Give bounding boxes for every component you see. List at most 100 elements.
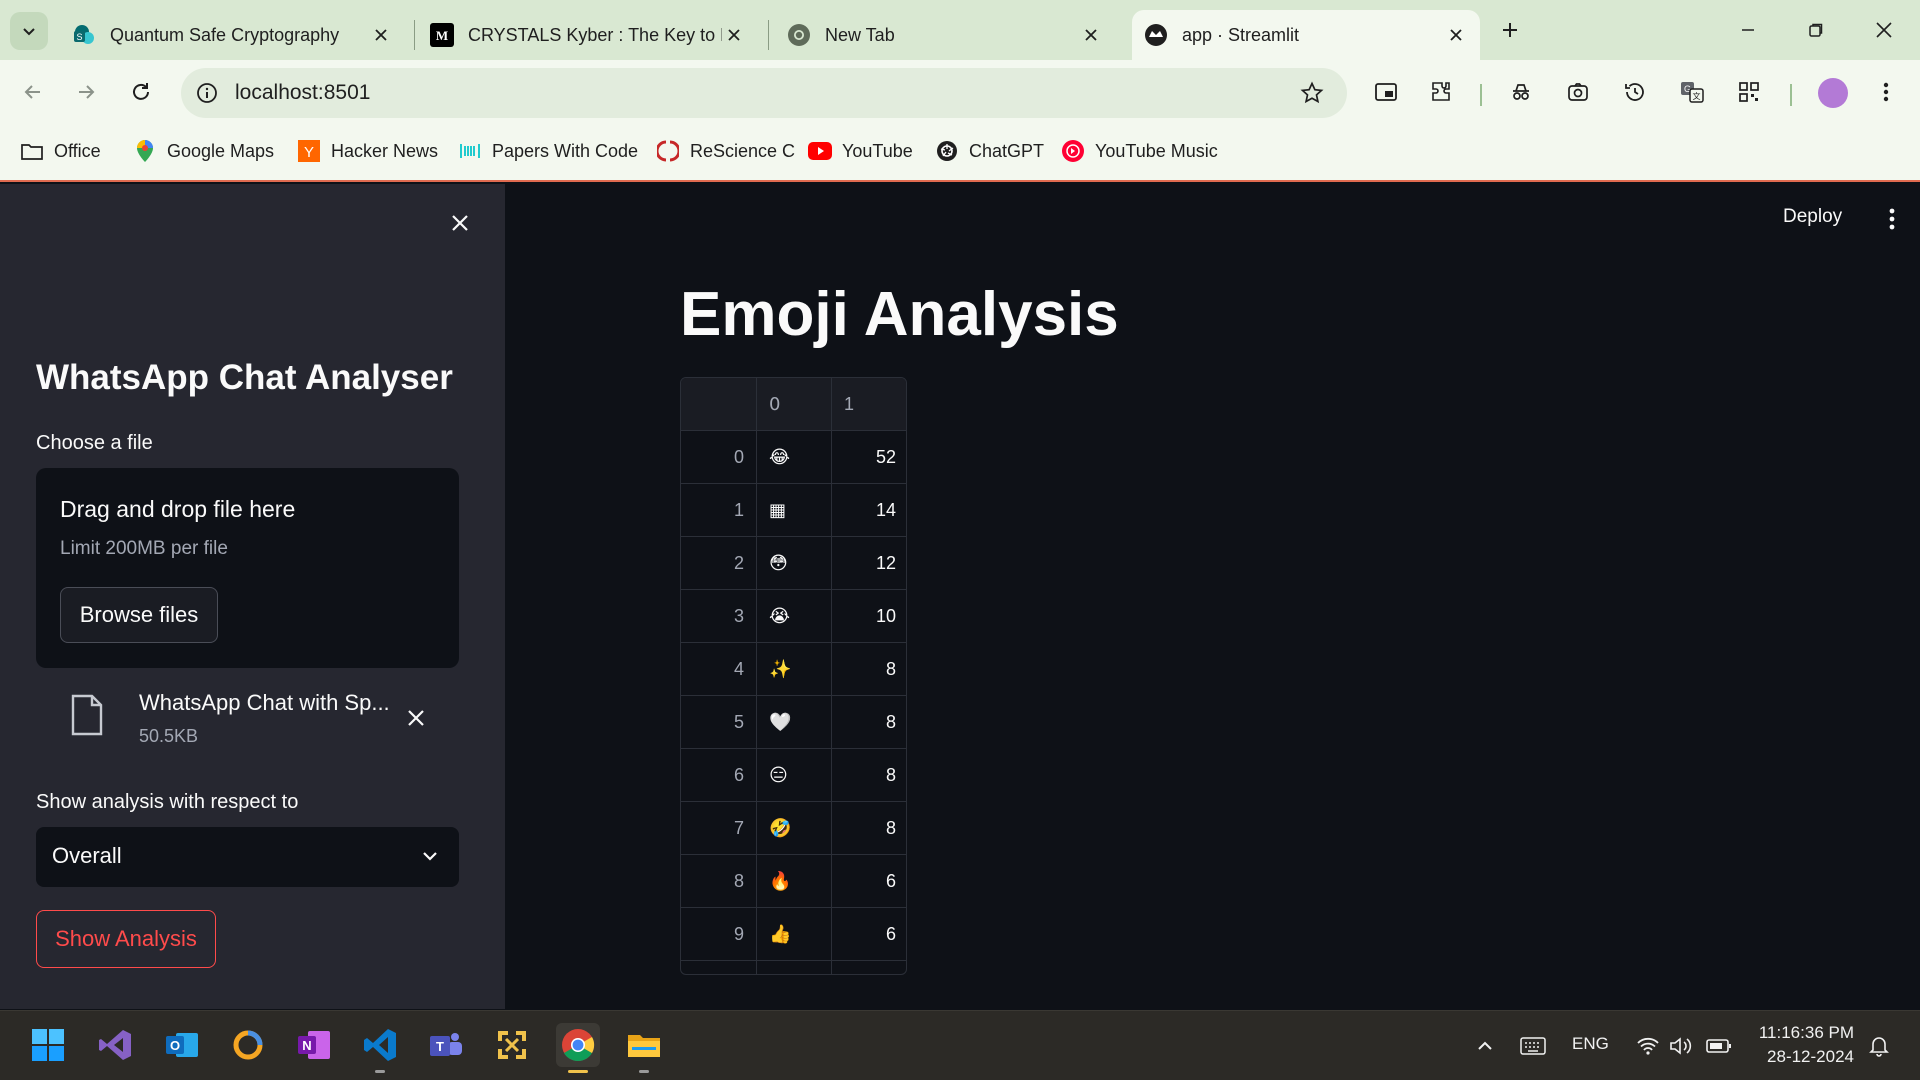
clock-date: 28-12-2024 <box>1767 1047 1854 1066</box>
keyboard-icon[interactable] <box>1520 1033 1546 1059</box>
system-clock[interactable]: 11:16:36 PM 28-12-2024 <box>1756 1021 1854 1069</box>
remove-file-button[interactable] <box>402 704 430 732</box>
bookmark-youtube-music[interactable]: YouTube Music <box>1061 136 1218 166</box>
history-icon[interactable] <box>1619 76 1651 108</box>
battery-icon[interactable] <box>1706 1033 1732 1059</box>
count-cell[interactable]: 6 <box>832 855 906 907</box>
network-tool-icon[interactable] <box>490 1023 534 1067</box>
incognito-extension-icon[interactable] <box>1505 76 1537 108</box>
count-cell[interactable]: 52 <box>832 431 906 483</box>
language-indicator[interactable]: ENG <box>1572 1034 1609 1054</box>
forward-button[interactable] <box>68 74 104 110</box>
profile-avatar[interactable] <box>1818 78 1848 108</box>
emoji-cell[interactable]: 😂 <box>757 431 832 483</box>
qr-code-icon[interactable] <box>1733 76 1765 108</box>
teams-icon[interactable]: T <box>424 1023 468 1067</box>
close-icon[interactable] <box>1444 23 1468 47</box>
browser-tab-3[interactable]: New Tab <box>775 10 1115 60</box>
show-analysis-button[interactable]: Show Analysis <box>36 910 216 968</box>
browser-tab-2[interactable]: M CRYSTALS Kyber : The Key to Po <box>418 10 758 60</box>
file-explorer-icon[interactable] <box>622 1023 666 1073</box>
hacker-news-badge: Y <box>304 144 314 161</box>
emoji-cell[interactable]: 🤍 <box>757 696 832 748</box>
count-cell[interactable]: 6 <box>832 908 906 960</box>
address-bar[interactable]: localhost:8501 <box>181 68 1347 118</box>
close-icon[interactable] <box>722 23 746 47</box>
browser-tab-1[interactable]: S Quantum Safe Cryptography <box>60 10 405 60</box>
emoji-dataframe[interactable]: 0 1 0 😂 52 1 ▦ 14 2 😳 12 3 😭 10 4 ✨ 8 5 … <box>680 377 907 975</box>
windows-start-icon[interactable] <box>26 1023 70 1067</box>
app-menu-icon[interactable] <box>1877 204 1907 234</box>
count-cell[interactable]: 8 <box>832 643 906 695</box>
minimize-button[interactable] <box>1724 12 1772 48</box>
chatgpt-icon <box>935 139 959 163</box>
tab-title: app · Streamlit <box>1182 24 1300 45</box>
site-info-icon[interactable] <box>191 77 223 109</box>
file-dropzone[interactable]: Drag and drop file here Limit 200MB per … <box>36 468 459 668</box>
new-tab-button[interactable] <box>1494 14 1526 46</box>
bookmark-chatgpt[interactable]: ChatGPT <box>935 136 1044 166</box>
translate-icon[interactable]: G文 <box>1676 76 1708 108</box>
bookmark-label: YouTube Music <box>1095 140 1218 161</box>
uploaded-file-row: WhatsApp Chat with Sp... 50.5KB <box>36 684 459 764</box>
restore-button[interactable] <box>1792 12 1840 48</box>
analysis-user-select[interactable]: Overall <box>36 827 459 887</box>
emoji-cell[interactable]: 👍 <box>757 908 832 960</box>
picture-in-picture-icon[interactable] <box>1370 76 1402 108</box>
browser-tab-4-active[interactable]: app · Streamlit <box>1132 10 1480 60</box>
reload-button[interactable] <box>123 74 159 110</box>
column-header-0[interactable]: 0 <box>757 378 832 430</box>
count-cell[interactable]: 8 <box>832 696 906 748</box>
blender-like-icon[interactable] <box>226 1023 270 1067</box>
onenote-icon[interactable]: N <box>292 1023 336 1067</box>
chrome-icon[interactable] <box>556 1023 600 1073</box>
tab-search-button[interactable] <box>10 12 48 50</box>
wifi-icon[interactable] <box>1635 1033 1661 1059</box>
chevron-down-icon <box>417 843 443 869</box>
close-window-button[interactable] <box>1860 12 1908 48</box>
emoji-cell[interactable]: 🤣 <box>757 802 832 854</box>
visual-studio-icon[interactable] <box>93 1023 137 1067</box>
svg-text:文: 文 <box>1693 91 1701 101</box>
chevron-up-icon[interactable] <box>1472 1033 1498 1059</box>
windows-taskbar: O N T ENG 11:16:36 PM 28-12-2024 <box>0 1010 1920 1080</box>
count-cell[interactable]: 8 <box>832 749 906 801</box>
emoji-cell[interactable]: ✨ <box>757 643 832 695</box>
notification-bell-icon[interactable] <box>1866 1033 1892 1059</box>
count-cell[interactable]: 14 <box>832 484 906 536</box>
emoji-cell[interactable]: ▦ <box>757 484 832 536</box>
volume-icon[interactable] <box>1668 1033 1694 1059</box>
screenshot-icon[interactable] <box>1562 76 1594 108</box>
outlook-icon[interactable]: O <box>160 1023 204 1067</box>
extensions-icon[interactable] <box>1425 76 1457 108</box>
chrome-menu-icon[interactable] <box>1870 76 1902 108</box>
bookmark-star-icon[interactable] <box>1297 78 1327 108</box>
dropzone-limit: Limit 200MB per file <box>60 538 228 559</box>
count-cell[interactable]: 8 <box>832 802 906 854</box>
close-icon[interactable] <box>369 23 393 47</box>
emoji-cell[interactable]: 😭 <box>757 590 832 642</box>
bookmark-rescience[interactable]: ReScience C <box>656 136 795 166</box>
bookmark-office[interactable]: Office <box>20 136 101 166</box>
bookmark-google-maps[interactable]: Google Maps <box>133 136 274 166</box>
count-cell[interactable]: 10 <box>832 590 906 642</box>
emoji-cell[interactable]: 😑 <box>757 749 832 801</box>
row-index: 3 <box>681 590 757 642</box>
browse-files-button[interactable]: Browse files <box>60 587 218 643</box>
sidebar-close-button[interactable] <box>443 206 477 240</box>
count-cell[interactable]: 12 <box>832 537 906 589</box>
chrome-icon <box>787 23 811 47</box>
column-header-1[interactable]: 1 <box>832 378 906 430</box>
bookmark-hacker-news[interactable]: Y Hacker News <box>297 136 438 166</box>
deploy-button[interactable]: Deploy <box>1783 206 1842 228</box>
emoji-cell[interactable]: 🔥 <box>757 855 832 907</box>
close-icon[interactable] <box>1079 23 1103 47</box>
tab-separator <box>768 20 769 50</box>
bookmark-youtube[interactable]: YouTube <box>808 136 913 166</box>
bookmark-label: ReScience C <box>690 140 796 161</box>
emoji-cell[interactable]: 😳 <box>757 537 832 589</box>
emoji-cell <box>757 961 832 974</box>
vscode-icon[interactable] <box>358 1023 402 1073</box>
back-button[interactable] <box>15 74 51 110</box>
bookmark-papers-with-code[interactable]: Papers With Code <box>458 136 638 166</box>
